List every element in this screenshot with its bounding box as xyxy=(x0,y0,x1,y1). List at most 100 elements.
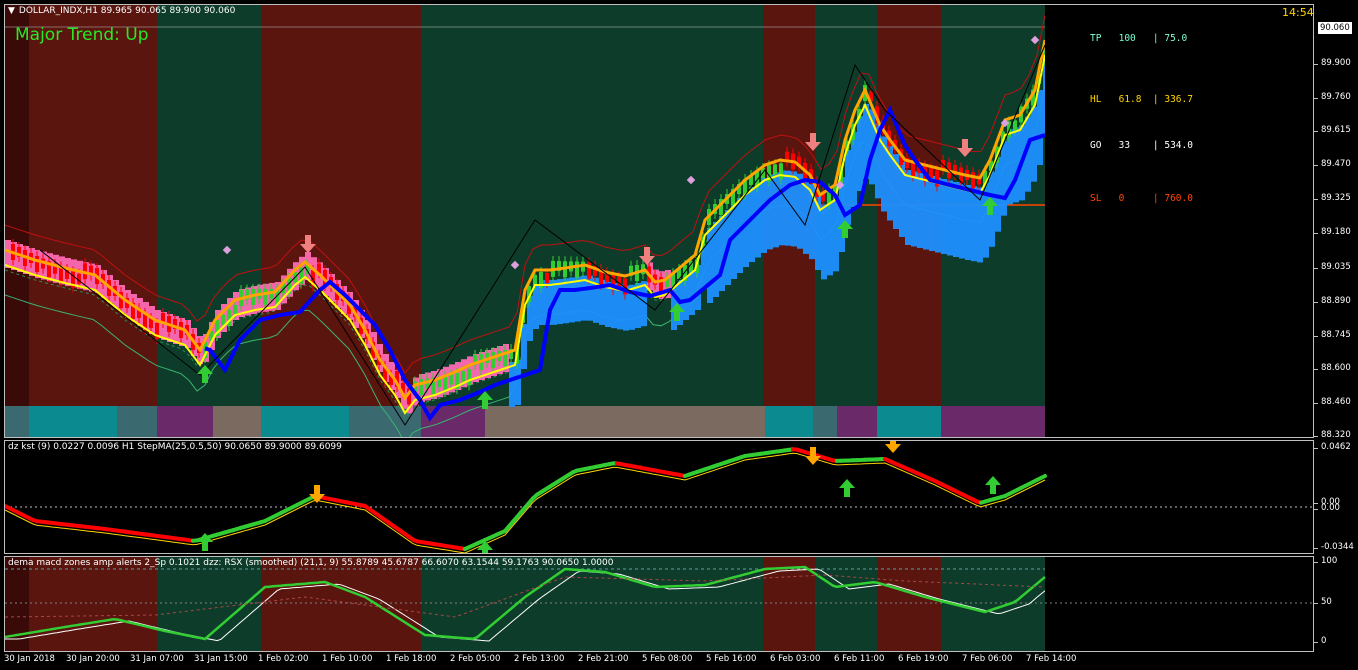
time-tick: 30 Jan 2018 xyxy=(4,654,55,664)
cloud-bar xyxy=(917,173,923,248)
price-tick: 89.760 xyxy=(1314,92,1351,102)
kst-sell-arrow-icon xyxy=(805,447,821,465)
kst-sell-arrow-icon xyxy=(885,441,901,453)
zone-box xyxy=(485,406,669,437)
empty-chart-area xyxy=(1045,5,1313,437)
zone-box xyxy=(877,406,941,437)
rsx-empty-area xyxy=(1045,557,1313,651)
major-trend-label: Major Trend: Up xyxy=(15,25,149,45)
price-tick: 88.460 xyxy=(1314,397,1351,407)
background-zone xyxy=(421,557,549,651)
cloud-bar xyxy=(821,204,827,280)
current-price-tag: 90.060 xyxy=(1318,22,1352,34)
candle-body xyxy=(971,172,975,189)
time-tick: 6 Feb 11:00 xyxy=(834,654,885,664)
sl-level-label: SL 0 | 760.0 xyxy=(1090,193,1193,204)
candle-body xyxy=(533,275,537,285)
candle-body xyxy=(575,261,579,278)
candle-body xyxy=(545,273,549,283)
kst-buy-arrow-icon xyxy=(839,479,855,497)
cloud-bar xyxy=(947,180,953,256)
candle-body xyxy=(263,288,267,305)
cloud-bar xyxy=(761,178,767,253)
cloud-bar xyxy=(929,176,935,251)
candle-body xyxy=(467,369,471,386)
cloud-bar xyxy=(509,362,515,407)
rsx-indicator-title: dema macd zones amp alerts 2_Sp 0.1021 d… xyxy=(8,558,614,568)
kst-indicator-pane[interactable]: dz kst (9) 0.0227 0.0096 H1 StepMA(25,0.… xyxy=(4,440,1314,554)
price-tick: 89.470 xyxy=(1314,159,1351,169)
background-zone xyxy=(29,5,157,437)
price-tick: 88.320 xyxy=(1314,430,1351,440)
candle-body xyxy=(491,352,495,368)
cloud-bar xyxy=(635,283,641,328)
zone-box xyxy=(669,406,765,437)
zone-box xyxy=(765,406,813,437)
cloud-bar xyxy=(713,222,719,297)
candle-body xyxy=(461,371,465,382)
candle-body xyxy=(233,305,237,315)
background-zone xyxy=(5,5,29,437)
zone-box xyxy=(29,406,117,437)
cloud-bar xyxy=(521,324,527,369)
cloud-bar xyxy=(743,192,749,267)
symbol-header: ▼ DOLLAR_INDX,H1 89.965 90.065 89.900 90.… xyxy=(8,6,235,16)
dropdown-arrow-icon[interactable]: ▼ xyxy=(8,6,15,16)
cloud-bar xyxy=(527,296,533,341)
price-tick: 89.900 xyxy=(1314,58,1351,68)
cloud-bar xyxy=(851,132,857,207)
cloud-bar xyxy=(905,170,911,245)
kst-buy-arrow-icon xyxy=(985,476,1001,494)
cloud-bar xyxy=(857,116,863,191)
cloud-bar xyxy=(971,186,977,262)
kst-tick: 0.0462 xyxy=(1314,442,1351,452)
kst-line-segment xyxy=(1039,474,1047,480)
cloud-bar xyxy=(515,360,521,405)
cloud-bar xyxy=(911,171,917,247)
zone-box xyxy=(261,406,349,437)
rsx-tick: 50 xyxy=(1314,597,1332,607)
rsx-canvas xyxy=(5,557,1313,651)
cloud-bar xyxy=(779,170,785,246)
time-tick: 6 Feb 03:00 xyxy=(770,654,821,664)
price-chart-canvas[interactable] xyxy=(5,5,1314,438)
price-tick: 89.035 xyxy=(1314,262,1351,272)
cloud-bar xyxy=(5,240,11,268)
rsx-indicator-pane[interactable]: dema macd zones amp alerts 2_Sp 0.1021 d… xyxy=(4,556,1314,652)
time-tick: 31 Jan 15:00 xyxy=(194,654,248,664)
kst-indicator-title: dz kst (9) 0.0227 0.0096 H1 StepMA(25,0.… xyxy=(8,442,342,452)
cloud-bar xyxy=(683,275,689,320)
hl-level-label: HL 61.8 | 336.7 xyxy=(1090,94,1193,105)
cloud-bar xyxy=(1001,140,1007,216)
cloud-bar xyxy=(1031,106,1037,182)
rsx-tick: 100 xyxy=(1313,556,1338,566)
cloud-bar xyxy=(767,174,773,250)
clock: 14:54 xyxy=(1282,6,1314,19)
time-tick: 30 Jan 20:00 xyxy=(66,654,120,664)
background-zone xyxy=(877,557,941,651)
cloud-bar xyxy=(731,204,737,279)
cloud-bar xyxy=(575,276,581,322)
candle-body xyxy=(1013,120,1017,131)
candle-body xyxy=(35,256,39,272)
chart-window[interactable]: ▼ DOLLAR_INDX,H1 89.965 90.065 89.900 90.… xyxy=(0,0,1358,670)
background-zone xyxy=(763,557,815,651)
price-tick: 89.325 xyxy=(1314,193,1351,203)
background-zone xyxy=(29,557,157,651)
tp-level-label: TP 100 | 75.0 xyxy=(1090,33,1188,44)
time-tick: 2 Feb 05:00 xyxy=(450,654,501,664)
candle-body xyxy=(773,164,777,175)
time-tick: 1 Feb 10:00 xyxy=(322,654,373,664)
time-tick: 5 Feb 08:00 xyxy=(642,654,693,664)
candle-body xyxy=(449,374,453,385)
kst-tick: -0.0344 xyxy=(1314,542,1354,552)
cloud-bar xyxy=(959,183,965,259)
zone-box xyxy=(813,406,837,437)
zone-box xyxy=(5,406,29,437)
time-tick: 2 Feb 13:00 xyxy=(514,654,565,664)
main-price-pane[interactable]: ▼ DOLLAR_INDX,H1 89.965 90.065 89.900 90.… xyxy=(4,4,1314,438)
zone-box xyxy=(421,406,485,437)
zone-box xyxy=(847,406,877,437)
cloud-bar xyxy=(737,198,743,273)
time-tick: 6 Feb 19:00 xyxy=(898,654,949,664)
